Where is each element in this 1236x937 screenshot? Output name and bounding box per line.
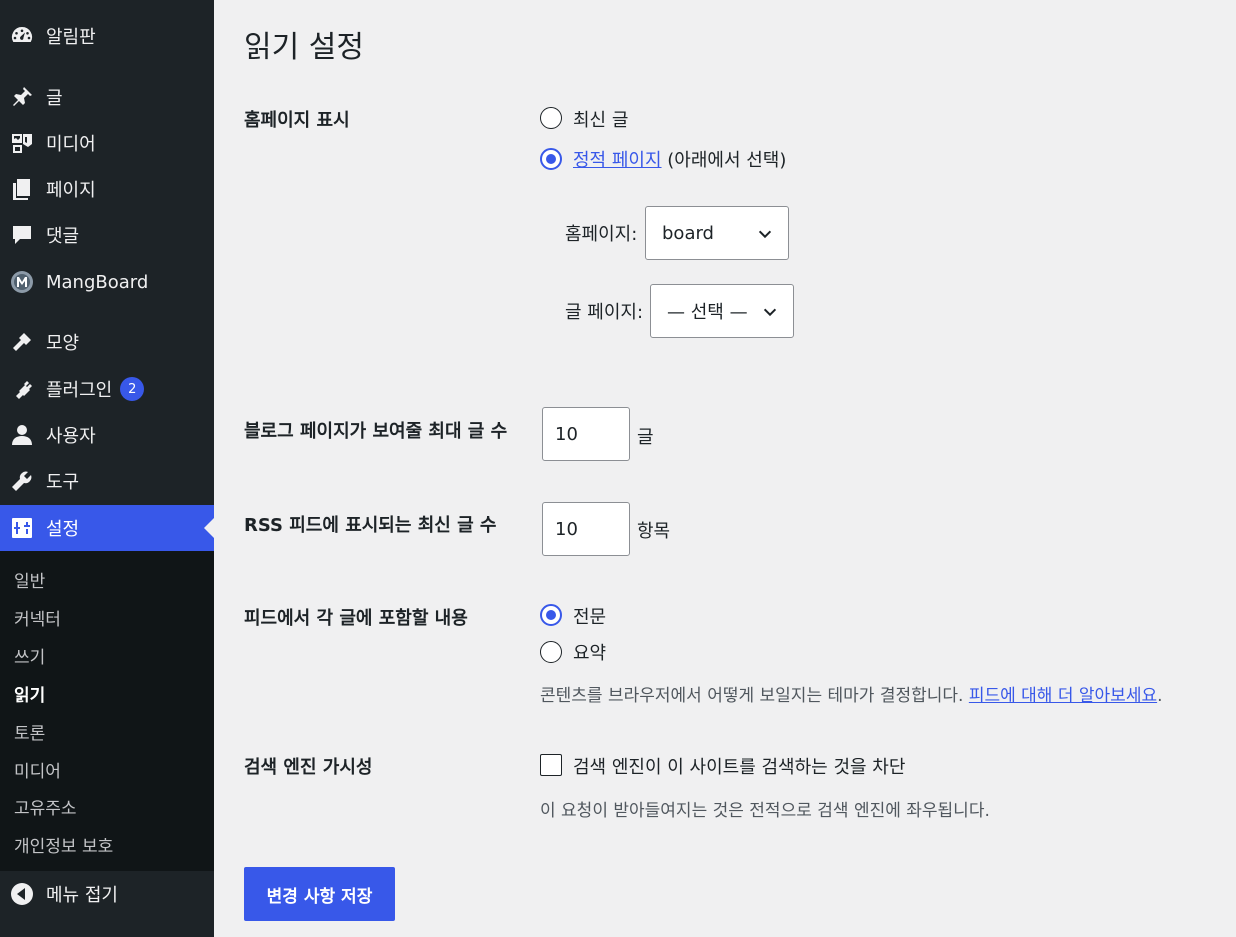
homepage-display-label: 홈페이지 표시 xyxy=(244,110,350,131)
feed-content-description: 콘텐츠를 브라우저에서 어떻게 보일지는 테마가 결정합니다. 피드에 대해 더… xyxy=(540,681,1163,706)
posts-per-page-input[interactable] xyxy=(542,407,630,461)
sidebar-item-label: 미디어 xyxy=(46,134,96,155)
sidebar-item-tools[interactable]: 도구 xyxy=(0,458,214,504)
posts-page-select-value: — 선택 — xyxy=(667,302,748,323)
user-icon xyxy=(10,423,34,447)
plugin-icon xyxy=(10,377,34,401)
page-icon xyxy=(10,177,34,201)
posts-per-page-label: 블로그 페이지가 보여줄 최대 글 수 xyxy=(244,421,508,442)
search-visibility-label: 검색 엔진 가시성 xyxy=(244,757,373,778)
comment-icon xyxy=(10,223,34,247)
radio-latest-posts-label: 최신 글 xyxy=(573,110,629,131)
sidebar-item-pages[interactable]: 페이지 xyxy=(0,166,214,212)
rss-items-label: RSS 피드에 표시되는 최신 글 수 xyxy=(244,515,497,536)
update-count-badge: 2 xyxy=(120,377,145,401)
discourage-search-label: 검색 엔진이 이 사이트를 검색하는 것을 차단 xyxy=(573,757,906,778)
submenu-item-privacy[interactable]: 개인정보 보호 xyxy=(14,832,113,857)
submenu-item-general[interactable]: 일반 xyxy=(14,567,45,592)
sidebar-item-label: MangBoard xyxy=(46,271,149,293)
search-visibility-description: 이 요청이 받아들여지는 것은 전적으로 검색 엔진에 좌우됩니다. xyxy=(540,801,990,821)
chevron-down-icon xyxy=(758,230,772,239)
sidebar-item-label: 모양 xyxy=(46,333,80,354)
settings-submenu: 일반 커넥터 쓰기 읽기 토론 미디어 고유주소 개인정보 보호 xyxy=(0,551,214,871)
homepage-select-value: board xyxy=(662,222,714,244)
wrench-icon xyxy=(10,469,34,493)
submenu-item-media[interactable]: 미디어 xyxy=(14,757,61,782)
radio-static-page[interactable] xyxy=(540,148,562,170)
submenu-item-permalinks[interactable]: 고유주소 xyxy=(14,794,77,819)
posts-per-page-unit: 글 xyxy=(637,427,654,448)
static-page-suffix: (아래에서 선택) xyxy=(667,150,787,171)
feed-desc-end: . xyxy=(1157,686,1163,706)
sidebar-item-label: 댓글 xyxy=(46,226,80,247)
feed-desc-text: 콘텐츠를 브라우저에서 어떻게 보일지는 테마가 결정합니다. xyxy=(540,686,964,706)
radio-excerpt-label: 요약 xyxy=(573,643,607,664)
rss-items-input[interactable] xyxy=(542,502,630,556)
sidebar-item-users[interactable]: 사용자 xyxy=(0,412,214,458)
collapse-menu-label: 메뉴 접기 xyxy=(46,885,118,906)
chevron-down-icon xyxy=(763,308,777,317)
sidebar-item-label: 도구 xyxy=(46,472,80,493)
submenu-item-writing[interactable]: 쓰기 xyxy=(14,643,45,668)
sidebar-item-posts[interactable]: 글 xyxy=(0,74,214,120)
save-changes-button[interactable]: 변경 사항 저장 xyxy=(244,867,395,921)
radio-static-page-label: 정적 페이지 (아래에서 선택) xyxy=(573,146,786,172)
mangboard-logo-icon xyxy=(10,270,34,294)
sidebar-item-mangboard[interactable]: MangBoard xyxy=(0,259,214,305)
sidebar-item-label: 페이지 xyxy=(46,180,96,201)
posts-page-select-label: 글 페이지: xyxy=(565,302,644,323)
radio-full-text[interactable] xyxy=(540,604,562,626)
dashboard-icon xyxy=(10,24,34,48)
sidebar-item-comments[interactable]: 댓글 xyxy=(0,212,214,258)
pin-icon xyxy=(10,85,34,109)
sidebar-item-label: 글 xyxy=(46,88,63,109)
admin-sidebar: 알림판 글 미디어 페이지 댓글 MangBoard 모양 플러그인 2 사용자… xyxy=(0,0,214,937)
sidebar-item-label: 설정 xyxy=(46,519,80,540)
static-page-link[interactable]: 정적 페이지 xyxy=(573,150,662,171)
submenu-item-discussion[interactable]: 토론 xyxy=(14,719,45,744)
submenu-item-connectors[interactable]: 커넥터 xyxy=(14,605,61,630)
rss-items-unit: 항목 xyxy=(637,521,671,542)
posts-page-select[interactable]: — 선택 — xyxy=(650,284,794,338)
collapse-arrow-icon xyxy=(10,882,34,906)
sidebar-item-dashboard[interactable]: 알림판 xyxy=(0,13,214,59)
media-icon xyxy=(10,131,34,155)
brush-icon xyxy=(10,330,34,354)
discourage-search-checkbox[interactable] xyxy=(540,754,562,776)
settings-icon xyxy=(10,516,34,540)
collapse-menu-button[interactable]: 메뉴 접기 xyxy=(0,871,214,917)
sidebar-item-settings[interactable]: 설정 xyxy=(0,505,214,551)
radio-excerpt[interactable] xyxy=(540,641,562,663)
sidebar-item-label: 플러그인 xyxy=(46,380,113,401)
feed-learn-more-link[interactable]: 피드에 대해 더 알아보세요 xyxy=(969,686,1157,706)
radio-latest-posts[interactable] xyxy=(540,107,562,129)
submenu-item-reading[interactable]: 읽기 xyxy=(14,681,45,706)
sidebar-item-label: 알림판 xyxy=(46,27,96,48)
page-title: 읽기 설정 xyxy=(244,30,364,65)
feed-content-label: 피드에서 각 글에 포함할 내용 xyxy=(244,608,468,629)
sidebar-item-plugins[interactable]: 플러그인 2 xyxy=(0,366,214,412)
homepage-select-label: 홈페이지: xyxy=(565,224,638,245)
radio-full-text-label: 전문 xyxy=(573,607,607,628)
sidebar-item-appearance[interactable]: 모양 xyxy=(0,319,214,365)
sidebar-item-media[interactable]: 미디어 xyxy=(0,120,214,166)
homepage-select[interactable]: board xyxy=(645,206,789,260)
sidebar-item-label: 사용자 xyxy=(46,426,96,447)
